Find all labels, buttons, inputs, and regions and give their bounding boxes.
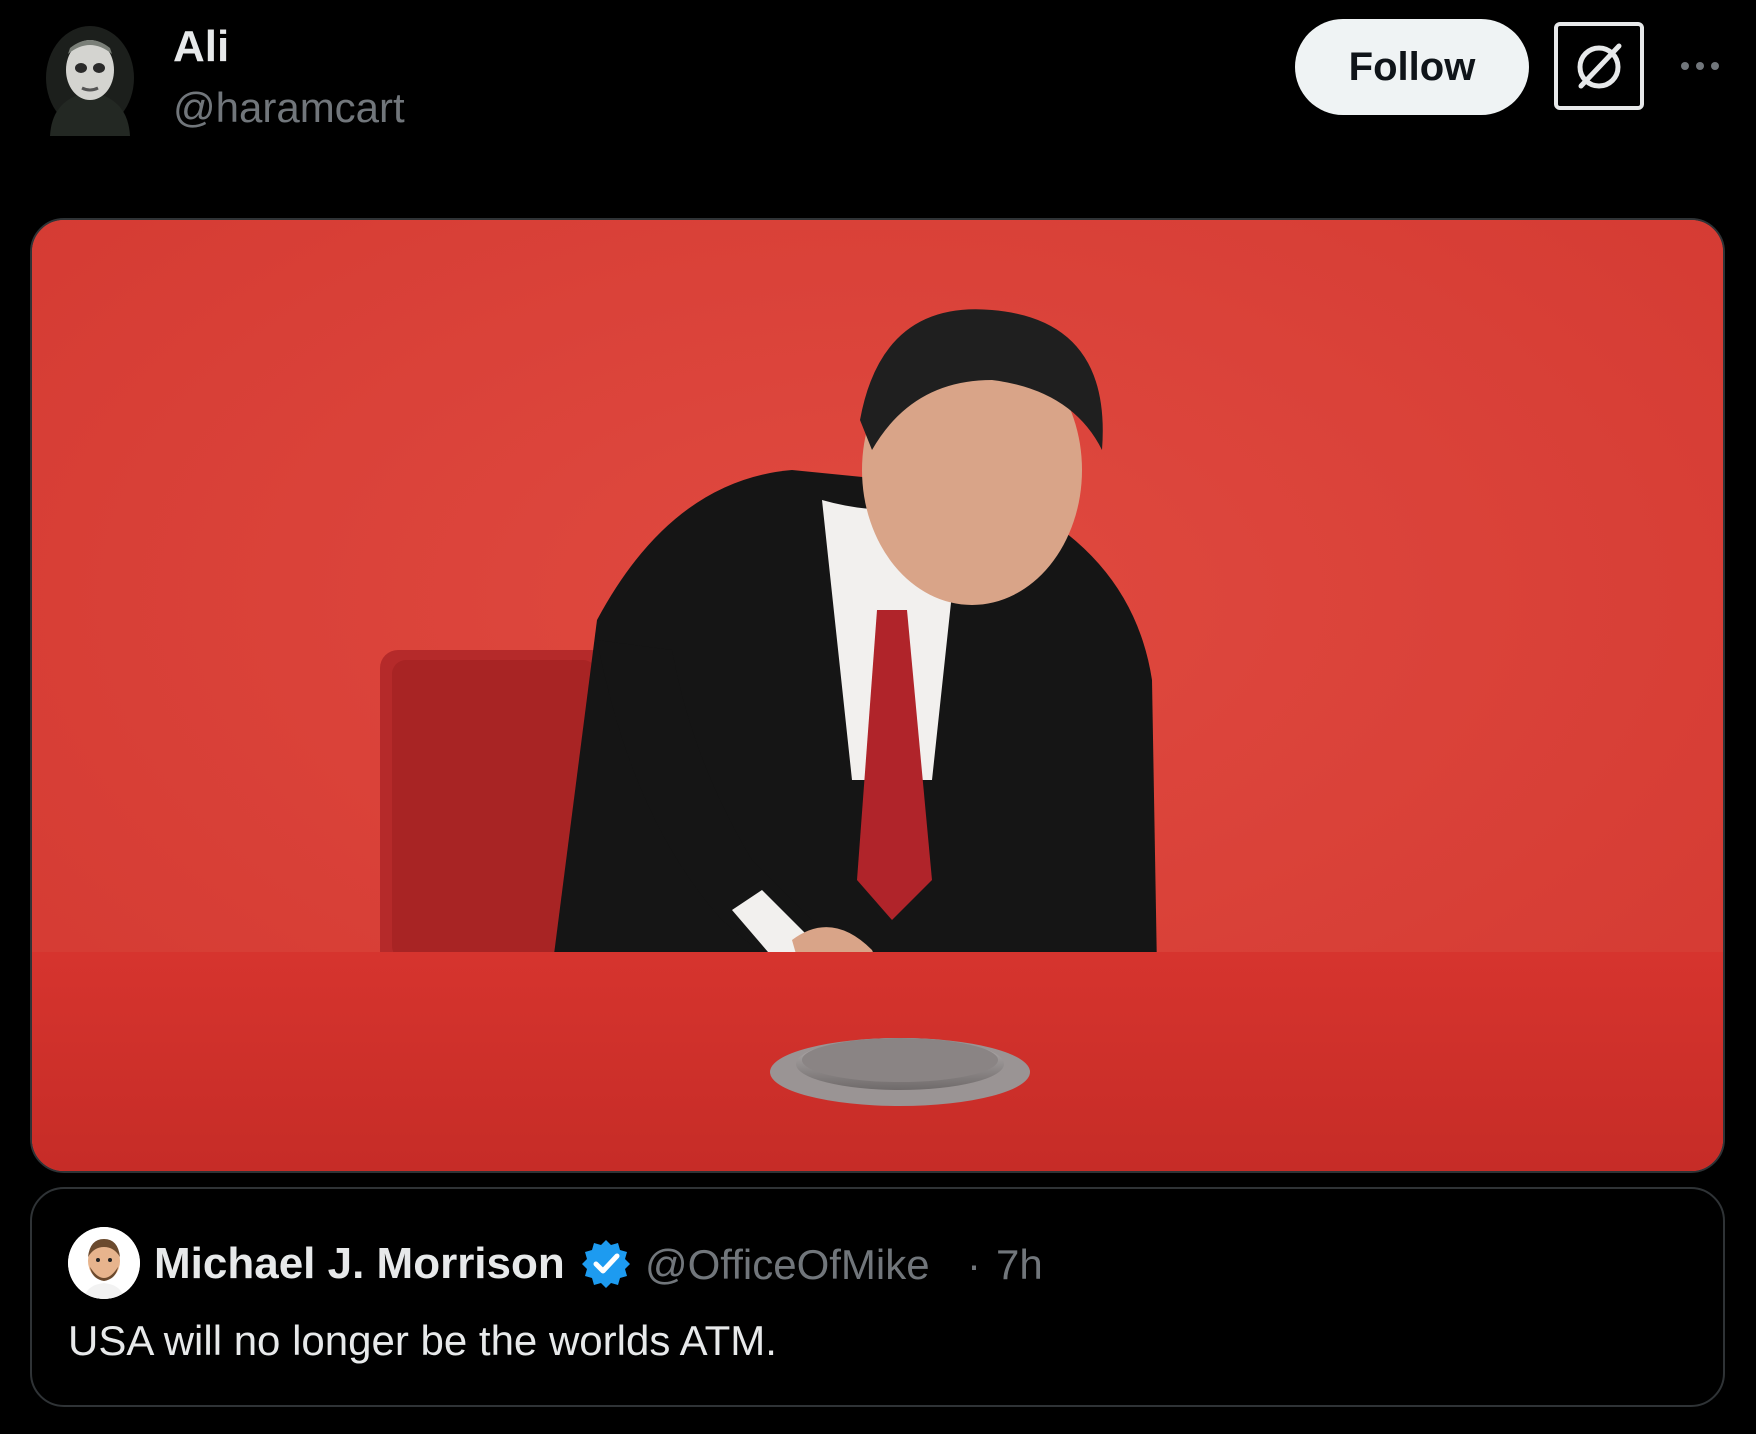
author-avatar[interactable] <box>40 18 140 136</box>
verified-badge-icon <box>580 1237 632 1289</box>
more-button[interactable] <box>1672 44 1728 88</box>
post-image[interactable] <box>30 218 1725 1173</box>
author-name[interactable]: Ali <box>173 22 229 72</box>
quoted-post[interactable]: Michael J. Morrison @OfficeOfMike · 7h U… <box>30 1187 1725 1407</box>
quoted-author-avatar[interactable] <box>68 1227 140 1299</box>
quoted-post-time[interactable]: 7h <box>996 1241 1043 1289</box>
follow-button[interactable]: Follow <box>1295 19 1529 115</box>
grok-icon <box>1577 43 1622 89</box>
quoted-author-handle[interactable]: @OfficeOfMike <box>645 1241 930 1289</box>
author-handle[interactable]: @haramcart <box>173 84 405 132</box>
grok-button[interactable] <box>1554 22 1644 110</box>
meta-separator: · <box>967 1241 981 1288</box>
quoted-post-text: USA will no longer be the worlds ATM. <box>68 1317 777 1364</box>
quoted-author-name[interactable]: Michael J. Morrison <box>154 1239 565 1289</box>
more-icon <box>1681 62 1689 70</box>
